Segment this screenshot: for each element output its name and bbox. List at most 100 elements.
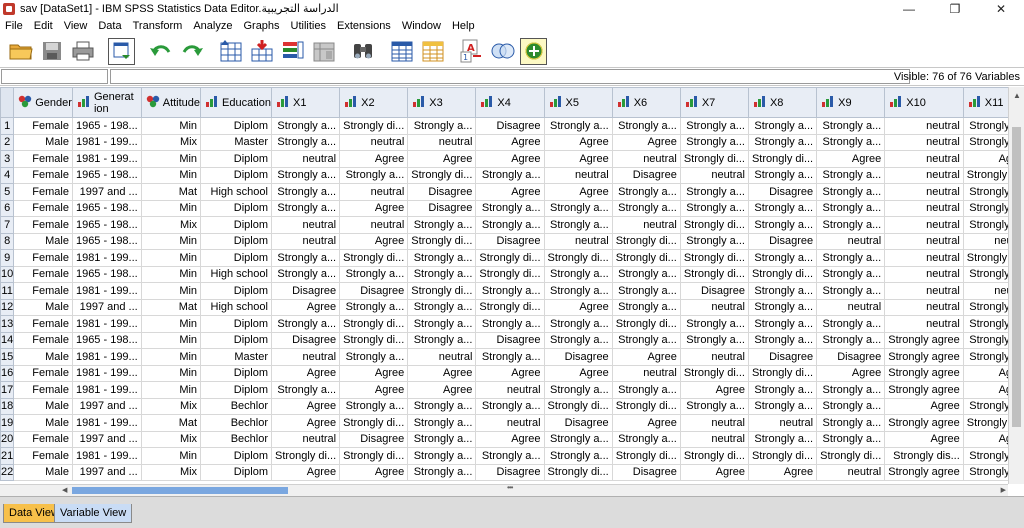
data-cell[interactable]: Strongly a...: [339, 265, 409, 283]
data-cell[interactable]: High school: [200, 183, 272, 201]
data-cell[interactable]: Strongly a...: [270, 199, 341, 217]
data-cell[interactable]: neutral: [407, 133, 477, 151]
data-cell[interactable]: Agree: [962, 381, 1008, 399]
data-cell[interactable]: Strongly a...: [543, 381, 613, 399]
data-cell[interactable]: neutral: [962, 282, 1008, 300]
data-cell[interactable]: Strongly a...: [816, 282, 886, 300]
data-cell[interactable]: neutral: [611, 364, 681, 382]
data-cell[interactable]: 1981 - 199...: [71, 447, 142, 465]
data-cell[interactable]: Strongly di...: [679, 265, 749, 283]
data-cell[interactable]: Strongly di...: [611, 249, 681, 267]
data-cell[interactable]: Agree: [816, 150, 886, 168]
row-number[interactable]: 9: [0, 249, 15, 267]
data-cell[interactable]: neutral: [884, 117, 964, 135]
data-cell[interactable]: Strongly a...: [475, 199, 545, 217]
data-cell[interactable]: Agree: [962, 430, 1008, 448]
data-cell[interactable]: neutral: [884, 315, 964, 333]
data-cell[interactable]: Mix: [140, 397, 202, 415]
data-cell[interactable]: neutral: [747, 414, 818, 432]
data-cell[interactable]: Agree: [475, 183, 545, 201]
data-cell[interactable]: Diplom: [200, 364, 272, 382]
data-cell[interactable]: Min: [140, 364, 202, 382]
data-cell[interactable]: Strongly agree: [884, 348, 964, 366]
data-cell[interactable]: Min: [140, 381, 202, 399]
data-cell[interactable]: neutral: [816, 463, 886, 481]
data-cell[interactable]: Disagree: [475, 117, 545, 135]
data-cell[interactable]: Strongly a...: [816, 430, 886, 448]
data-cell[interactable]: Min: [140, 150, 202, 168]
data-cell[interactable]: Strongly a...: [962, 298, 1008, 316]
row-number[interactable]: 1: [0, 117, 15, 135]
data-cell[interactable]: Strongly di...: [270, 447, 341, 465]
data-cell[interactable]: Strongly a...: [816, 397, 886, 415]
data-cell[interactable]: neutral: [679, 166, 749, 184]
data-cell[interactable]: Strongly a...: [543, 282, 613, 300]
row-number[interactable]: 17: [0, 381, 15, 399]
row-number[interactable]: 18: [0, 397, 15, 415]
data-cell[interactable]: Disagree: [747, 183, 818, 201]
scroll-right-icon[interactable]: ▶: [1001, 486, 1006, 494]
data-cell[interactable]: Agree: [475, 150, 545, 168]
scroll-up-icon[interactable]: ▲: [1009, 87, 1024, 103]
data-cell[interactable]: Master: [200, 348, 272, 366]
data-cell[interactable]: Strongly a...: [962, 183, 1008, 201]
data-cell[interactable]: Diplom: [200, 150, 272, 168]
data-cell[interactable]: Diplom: [200, 249, 272, 267]
column-header[interactable]: X9: [816, 87, 886, 118]
data-cell[interactable]: Disagree: [679, 282, 749, 300]
data-cell[interactable]: Strongly a...: [407, 117, 477, 135]
data-cell[interactable]: Strongly a...: [747, 199, 818, 217]
data-cell[interactable]: Strongly di...: [747, 364, 818, 382]
data-cell[interactable]: neutral: [884, 166, 964, 184]
data-cell[interactable]: Agree: [339, 150, 409, 168]
data-cell[interactable]: Strongly di...: [339, 414, 409, 432]
data-cell[interactable]: Min: [140, 249, 202, 267]
data-cell[interactable]: Disagree: [339, 282, 409, 300]
data-cell[interactable]: neutral: [339, 183, 409, 201]
data-cell[interactable]: Strongly a...: [747, 331, 818, 349]
data-cell[interactable]: Strongly a...: [339, 348, 409, 366]
data-cell[interactable]: neutral: [816, 232, 886, 250]
tab-variable-view[interactable]: Variable View: [54, 504, 133, 523]
data-cell[interactable]: 1965 - 198...: [71, 117, 142, 135]
data-cell[interactable]: Diplom: [200, 331, 272, 349]
data-cell[interactable]: High school: [200, 265, 272, 283]
data-cell[interactable]: Strongly a...: [407, 331, 477, 349]
save-icon[interactable]: [38, 38, 65, 65]
data-cell[interactable]: Strongly a...: [679, 199, 749, 217]
data-cell[interactable]: Disagree: [475, 463, 545, 481]
data-cell[interactable]: Diplom: [200, 381, 272, 399]
data-cell[interactable]: Female: [13, 265, 73, 283]
data-cell[interactable]: Strongly a...: [679, 331, 749, 349]
data-cell[interactable]: Strongly a...: [543, 315, 613, 333]
data-cell[interactable]: Strongly a...: [962, 463, 1008, 481]
data-cell[interactable]: Strongly di...: [747, 447, 818, 465]
data-cell[interactable]: Agree: [475, 364, 545, 382]
data-cell[interactable]: 1997 and ...: [71, 183, 142, 201]
data-cell[interactable]: Mix: [140, 430, 202, 448]
data-cell[interactable]: Male: [13, 298, 73, 316]
data-cell[interactable]: Strongly a...: [543, 199, 613, 217]
data-cell[interactable]: Agree: [747, 463, 818, 481]
data-cell[interactable]: neutral: [339, 216, 409, 234]
data-cell[interactable]: Strongly a...: [543, 447, 613, 465]
data-cell[interactable]: Agree: [611, 414, 681, 432]
data-cell[interactable]: 1965 - 198...: [71, 232, 142, 250]
row-number[interactable]: 19: [0, 414, 15, 432]
data-cell[interactable]: neutral: [884, 232, 964, 250]
data-cell[interactable]: Strongly a...: [611, 183, 681, 201]
data-cell[interactable]: Strongly di...: [611, 447, 681, 465]
show-all-variables-icon[interactable]: [520, 37, 547, 65]
data-cell[interactable]: Mix: [140, 216, 202, 234]
data-cell[interactable]: Strongly di...: [407, 282, 477, 300]
data-cell[interactable]: neutral: [884, 150, 964, 168]
data-cell[interactable]: Female: [13, 381, 73, 399]
data-cell[interactable]: Min: [140, 117, 202, 135]
row-number[interactable]: 7: [0, 216, 15, 234]
row-number[interactable]: 6: [0, 199, 15, 217]
data-cell[interactable]: Female: [13, 249, 73, 267]
data-cell[interactable]: neutral: [475, 381, 545, 399]
data-cell[interactable]: 1981 - 199...: [71, 364, 142, 382]
data-cell[interactable]: 1981 - 199...: [71, 133, 142, 151]
column-header[interactable]: X5: [543, 87, 613, 118]
